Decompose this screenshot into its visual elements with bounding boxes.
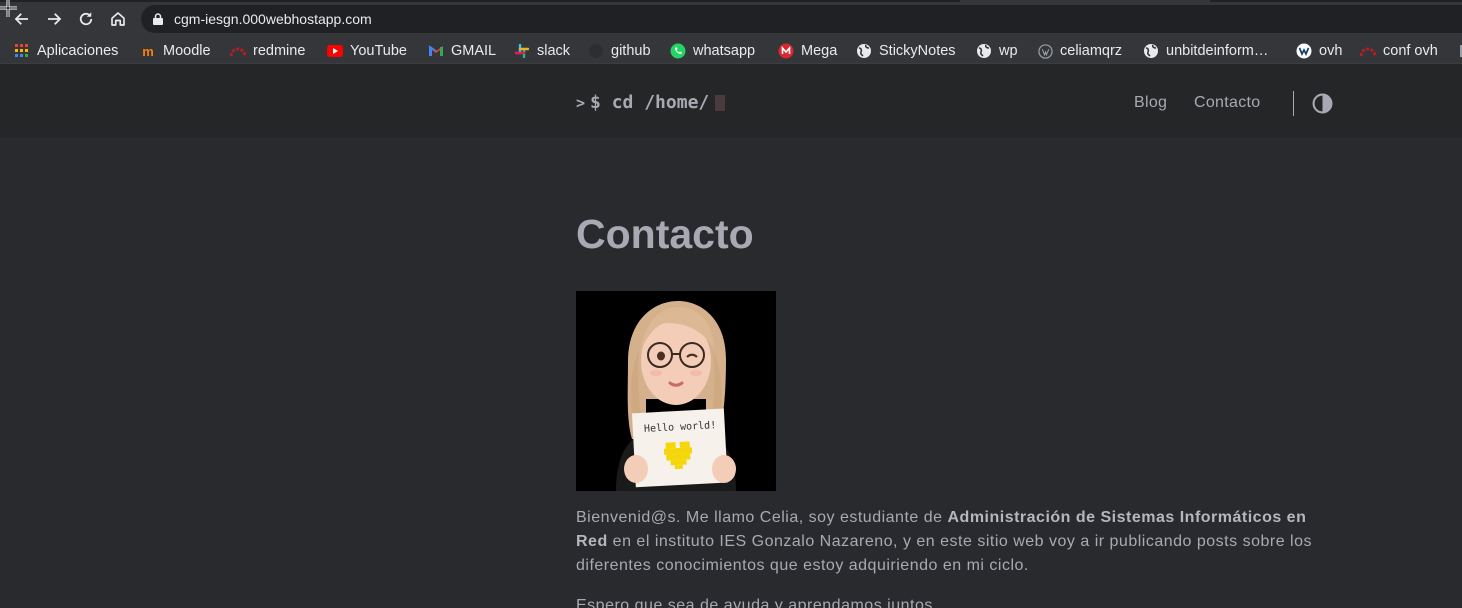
- bookmark-stickynotes[interactable]: StickyNotes: [856, 41, 956, 61]
- address-bar[interactable]: cgm-iesgn.000webhostapp.com: [141, 5, 1462, 33]
- bookmark-label: Moodle: [163, 43, 211, 59]
- bookmark-overflow[interactable]: [1456, 41, 1462, 61]
- closing-paragraph: Espero que sea de ayuda y aprendamos jun…: [576, 597, 938, 608]
- bookmark-label: ovh: [1319, 43, 1343, 59]
- bookmarks-bar: Aplicaciones m Moodle redmine YouTube GM…: [0, 38, 1462, 64]
- intro-text-end: en el instituto IES Gonzalo Nazareno, y …: [576, 533, 1312, 574]
- globe-icon: [976, 43, 992, 59]
- bookmark-aplicaciones[interactable]: Aplicaciones: [14, 41, 118, 61]
- bookmark-label: wp: [999, 43, 1018, 59]
- whatsapp-icon: [670, 43, 686, 59]
- home-icon: [111, 12, 125, 26]
- youtube-icon: [327, 43, 343, 59]
- bookmark-redmine[interactable]: redmine: [230, 41, 305, 61]
- gmail-icon: [428, 43, 444, 59]
- github-icon: [588, 43, 604, 59]
- bookmark-slack[interactable]: slack: [514, 41, 570, 61]
- ovh-icon: [1296, 43, 1312, 59]
- bookmark-gmail[interactable]: GMAIL: [428, 41, 496, 61]
- bookmark-label: conf ovh: [1383, 43, 1438, 59]
- logo-text: $ cd /home/: [590, 92, 710, 113]
- bookmark-unbitdeinform[interactable]: unbitdeinform…: [1143, 41, 1268, 61]
- lock-icon: [153, 13, 163, 25]
- slack-icon: [514, 43, 530, 59]
- wordpress-icon: [1037, 43, 1053, 59]
- intro-paragraph: Bienvenid@s. Me llamo Celia, soy estudia…: [576, 506, 1336, 578]
- bookmark-moodle[interactable]: m Moodle: [140, 41, 211, 61]
- bookmark-youtube[interactable]: YouTube: [327, 41, 407, 61]
- intro-text-start: Bienvenid@s. Me llamo Celia, soy estudia…: [576, 509, 948, 526]
- bookmark-label: slack: [537, 43, 571, 59]
- bookmark-conf-ovh[interactable]: conf ovh: [1360, 41, 1438, 61]
- site-header: > $ cd /home/ Blog Contacto: [0, 64, 1462, 138]
- bookmark-whatsapp[interactable]: whatsapp: [670, 41, 755, 61]
- moodle-icon: m: [142, 43, 154, 59]
- reload-icon: [79, 12, 93, 26]
- bookmark-mega[interactable]: Mega: [778, 41, 837, 61]
- globe-icon: [856, 43, 872, 59]
- logo-cursor: [715, 94, 726, 111]
- bookmark-ovh[interactable]: ovh: [1296, 41, 1342, 61]
- bookmark-label: celiamqrz: [1060, 43, 1123, 59]
- theme-toggle-icon[interactable]: [1312, 93, 1333, 114]
- bookmark-celiamqrz[interactable]: celiamqrz: [1037, 41, 1122, 61]
- mouse-cursor-icon: [0, 0, 17, 17]
- site-logo[interactable]: > $ cd /home/: [576, 92, 726, 113]
- logo-prompt: >: [576, 93, 586, 112]
- home-button[interactable]: [106, 7, 130, 31]
- tab-strip-edge: [0, 0, 960, 2]
- redmine-icon: [230, 43, 246, 59]
- bookmark-label: Mega: [801, 43, 838, 59]
- bookmark-wp[interactable]: wp: [976, 41, 1018, 61]
- bookmark-label: GMAIL: [451, 43, 497, 59]
- bookmark-label: StickyNotes: [879, 43, 956, 59]
- page-title: Contacto: [576, 211, 754, 257]
- apps-grid-icon: [14, 43, 30, 59]
- address-url: cgm-iesgn.000webhostapp.com: [174, 11, 372, 27]
- nav-link-contacto[interactable]: Contacto: [1194, 94, 1260, 112]
- bookmark-label: redmine: [253, 43, 306, 59]
- mega-icon: [778, 43, 794, 59]
- forward-button[interactable]: [42, 7, 66, 31]
- tab-strip-edge: [1210, 0, 1462, 2]
- browser-toolbar: cgm-iesgn.000webhostapp.com: [0, 0, 1462, 38]
- bookmark-github[interactable]: github: [588, 41, 651, 61]
- bookmark-label: Aplicaciones: [37, 43, 119, 59]
- reload-button[interactable]: [74, 7, 98, 31]
- bookmark-label: unbitdeinform…: [1166, 43, 1269, 59]
- redmine-icon: [1360, 43, 1376, 59]
- arrow-right-icon: [48, 13, 62, 25]
- avatar-image: Hello world!: [576, 291, 776, 491]
- bookmark-label: github: [611, 43, 651, 59]
- nav-separator: [1293, 91, 1294, 116]
- nav-link-blog[interactable]: Blog: [1134, 94, 1167, 112]
- bookmark-label: whatsapp: [693, 43, 756, 59]
- folder-icon: [1456, 43, 1462, 59]
- globe-icon: [1143, 43, 1159, 59]
- bookmark-label: YouTube: [350, 43, 407, 59]
